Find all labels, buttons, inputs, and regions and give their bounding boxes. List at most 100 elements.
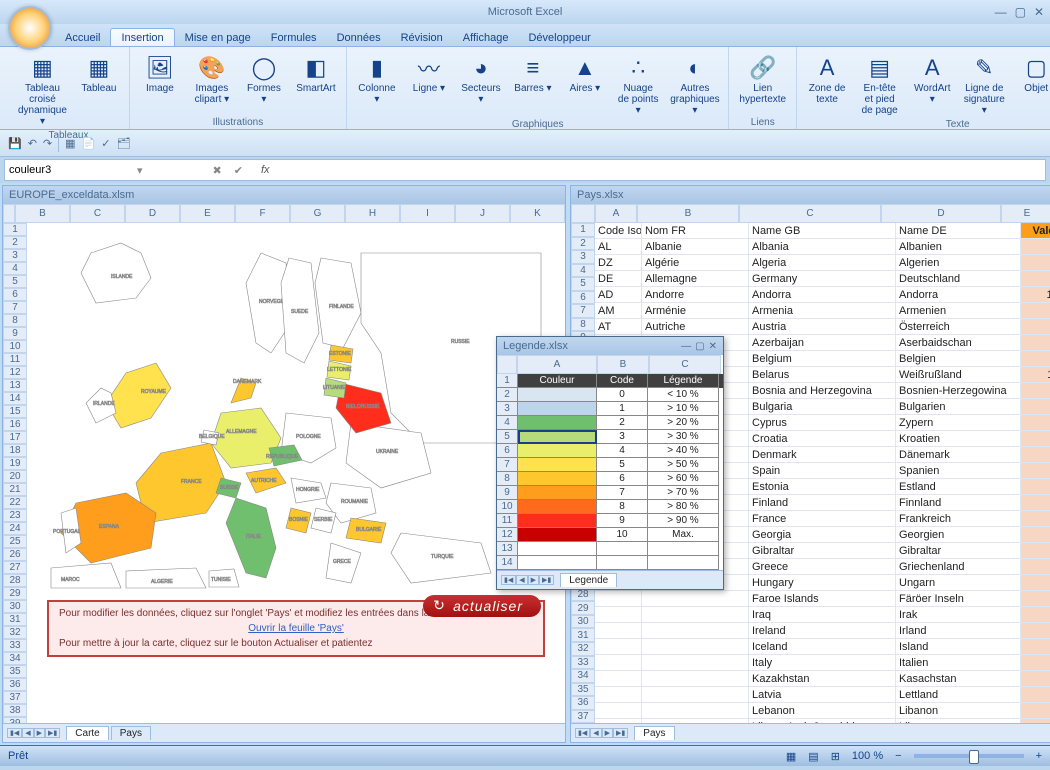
row-header[interactable]: 22 xyxy=(3,496,27,509)
data-cell[interactable]: Denmark xyxy=(749,447,896,463)
table-row[interactable]: Libyan Arab JamahiriyaLibyen0,00 xyxy=(595,719,1050,723)
close-icon[interactable]: ✕ xyxy=(709,341,717,352)
row-header[interactable]: 6 xyxy=(571,291,595,305)
data-cell[interactable]: Österreich xyxy=(896,319,1021,335)
data-cell[interactable]: Libyen xyxy=(896,719,1021,723)
ribbon-tab-données[interactable]: Données xyxy=(327,29,391,46)
data-cell[interactable]: 0,00 xyxy=(1021,639,1050,655)
data-cell[interactable]: Lebanon xyxy=(749,703,896,719)
data-cell[interactable]: Georgia xyxy=(749,527,896,543)
toolbar-icon[interactable]: ▦ xyxy=(65,137,75,150)
toolbar-icon[interactable]: ✓ xyxy=(101,137,110,150)
data-cell[interactable]: Andorra xyxy=(896,287,1021,303)
data-cell[interactable]: Italien xyxy=(896,655,1021,671)
data-cell[interactable]: 7,89 xyxy=(1021,399,1050,415)
map-chart[interactable]: ISLANDE NORVEGE SUEDE FINLANDE RUSSIE RO… xyxy=(27,223,565,723)
data-cell[interactable] xyxy=(642,607,749,623)
data-cell[interactable]: Frankreich xyxy=(896,511,1021,527)
tab-nav-prev-icon[interactable]: ◀ xyxy=(590,728,601,738)
row-header[interactable]: 21 xyxy=(3,483,27,496)
col-header[interactable]: D xyxy=(125,204,180,223)
autres-button[interactable]: ◐Autres graphiques ▾ xyxy=(667,51,722,118)
data-cell[interactable]: Arménie xyxy=(642,303,749,319)
row-header[interactable]: 5 xyxy=(571,277,595,291)
row-header[interactable]: 28 xyxy=(3,574,27,587)
data-cell[interactable]: 9,99 xyxy=(1021,463,1050,479)
data-cell[interactable]: Bosnien-Herzegowina xyxy=(896,383,1021,399)
data-cell[interactable]: Armenien xyxy=(896,303,1021,319)
data-cell[interactable]: Autriche xyxy=(642,319,749,335)
table-row[interactable]: DZAlgérieAlgeriaAlgerien0,00 xyxy=(595,255,1050,271)
wordart-button[interactable]: AWordArt ▾ xyxy=(908,51,956,107)
row-header[interactable]: 36 xyxy=(571,696,595,710)
data-cell[interactable]: 0,00 xyxy=(1021,351,1050,367)
data-cell[interactable]: Kazakhstan xyxy=(749,671,896,687)
data-cell[interactable]: Georgien xyxy=(896,527,1021,543)
barres-button[interactable]: ≡Barres ▾ xyxy=(509,51,557,96)
data-cell[interactable] xyxy=(595,607,642,623)
open-pays-link[interactable]: Ouvrir la feuille 'Pays' xyxy=(248,623,344,634)
data-cell[interactable]: Irak xyxy=(896,607,1021,623)
table-row[interactable]: Faroe IslandsFäröer Inseln0,00 xyxy=(595,591,1050,607)
row-header[interactable]: 32 xyxy=(3,626,27,639)
col-header[interactable]: G xyxy=(290,204,345,223)
data-cell[interactable]: Algeria xyxy=(749,255,896,271)
row-header[interactable]: 19 xyxy=(3,457,27,470)
data-cell[interactable]: 4,25 xyxy=(1021,431,1050,447)
data-cell[interactable]: Italy xyxy=(749,655,896,671)
row-header[interactable]: 33 xyxy=(3,639,27,652)
legend-row[interactable]: 31> 10 % xyxy=(497,402,723,416)
close-icon[interactable]: ✕ xyxy=(1034,5,1044,19)
smartart-button[interactable]: ◧SmartArt xyxy=(292,51,340,96)
legend-row[interactable]: 108> 80 % xyxy=(497,500,723,514)
col-header[interactable]: C xyxy=(70,204,125,223)
legend-row[interactable]: 86> 60 % xyxy=(497,472,723,486)
data-cell[interactable]: 0,00 xyxy=(1021,255,1050,271)
data-cell[interactable] xyxy=(595,687,642,703)
data-cell[interactable]: Croatia xyxy=(749,431,896,447)
view-break-icon[interactable]: ⊞ xyxy=(831,750,840,763)
data-cell[interactable]: France xyxy=(749,511,896,527)
row-header[interactable]: 9 xyxy=(3,327,27,340)
row-header[interactable]: 7 xyxy=(571,304,595,318)
row-header[interactable]: 3 xyxy=(3,249,27,262)
legend-row[interactable]: 119> 90 % xyxy=(497,514,723,528)
legend-window[interactable]: Legende.xlsx —▢✕ A B C 1CouleurCodeLégen… xyxy=(496,336,724,590)
redo-icon[interactable]: ↷ xyxy=(43,137,52,150)
nuage-button[interactable]: ∴Nuage de points ▾ xyxy=(613,51,664,118)
row-header[interactable]: 8 xyxy=(3,314,27,327)
data-cell[interactable]: Kroatien xyxy=(896,431,1021,447)
data-cell[interactable]: Gibraltar xyxy=(896,543,1021,559)
data-cell[interactable]: AL xyxy=(595,239,642,255)
data-cell[interactable]: 0,00 xyxy=(1021,575,1050,591)
refresh-button[interactable]: actualiser xyxy=(423,595,541,617)
row-header[interactable]: 25 xyxy=(3,535,27,548)
sheet-tab-legende[interactable]: Legende xyxy=(560,573,617,587)
view-layout-icon[interactable]: ▤ xyxy=(808,750,818,763)
data-cell[interactable] xyxy=(642,655,749,671)
col-header[interactable]: F xyxy=(235,204,290,223)
col-header[interactable]: K xyxy=(510,204,565,223)
zoom-level[interactable]: 100 % xyxy=(852,750,883,762)
data-cell[interactable]: Lettland xyxy=(896,687,1021,703)
window-title-right[interactable]: Pays.xlsx xyxy=(571,186,1050,204)
ligne-button[interactable]: 〰Ligne ▾ xyxy=(405,51,453,96)
table-row[interactable]: LatviaLettland4,22 xyxy=(595,687,1050,703)
row-header[interactable]: 34 xyxy=(3,652,27,665)
tab-nav-first-icon[interactable]: ▮◀ xyxy=(575,728,590,738)
row-header[interactable]: 35 xyxy=(3,665,27,678)
data-cell[interactable]: Griechenland xyxy=(896,559,1021,575)
legend-header-row[interactable]: 1CouleurCodeLégende xyxy=(497,374,723,388)
table-row[interactable]: IraqIrak0,00 xyxy=(595,607,1050,623)
table-row[interactable]: AMArménieArmeniaArmenien6,00 xyxy=(595,303,1050,319)
row-header[interactable]: 15 xyxy=(3,405,27,418)
row-header[interactable]: 31 xyxy=(3,613,27,626)
row-header[interactable]: 7 xyxy=(3,301,27,314)
data-cell[interactable]: 6,00 xyxy=(1021,447,1050,463)
tableau-croise-button[interactable]: ▦Tableau croisé dynamique ▾ xyxy=(14,51,71,129)
col-header[interactable]: I xyxy=(400,204,455,223)
col-header[interactable]: E xyxy=(180,204,235,223)
col-header[interactable]: C xyxy=(739,204,881,223)
table-row[interactable]: DEAllemagneGermanyDeutschland5,00 xyxy=(595,271,1050,287)
data-cell[interactable]: Dänemark xyxy=(896,447,1021,463)
